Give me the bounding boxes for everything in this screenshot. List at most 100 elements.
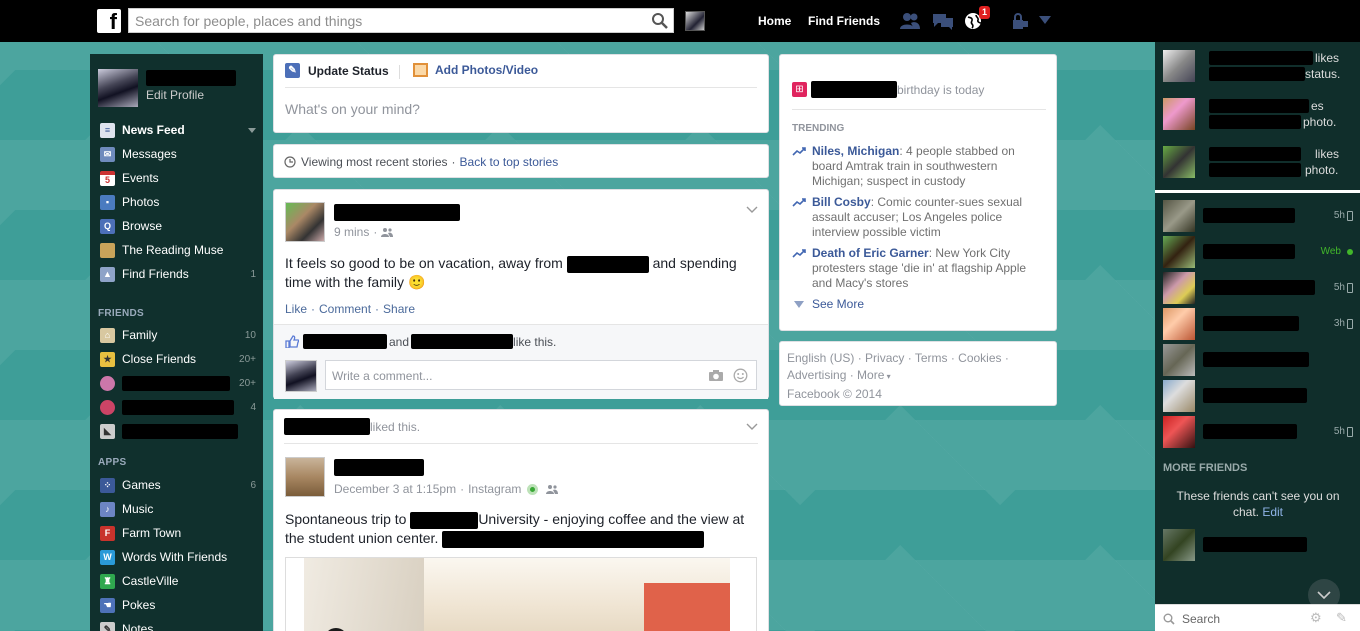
- chevron-down-icon[interactable]: [746, 423, 758, 431]
- browse-icon: Q: [100, 218, 115, 234]
- facebook-logo[interactable]: f: [97, 9, 121, 33]
- sidebar-item-family[interactable]: ⌂ Family 10: [100, 325, 256, 345]
- avatar[interactable]: [685, 11, 705, 31]
- search-input[interactable]: [129, 9, 639, 32]
- sidebar-item-events[interactable]: 5 Events: [100, 168, 256, 188]
- sidebar-item-castleville[interactable]: ♜ CastleVille: [100, 571, 256, 591]
- ticker-resize-handle[interactable]: [1155, 190, 1360, 193]
- see-more-button[interactable]: See More: [794, 297, 864, 311]
- find-friends-link[interactable]: Find Friends: [808, 14, 880, 28]
- like-button[interactable]: Like: [285, 302, 307, 316]
- redacted-name[interactable]: [284, 418, 370, 435]
- camera-icon[interactable]: [708, 369, 724, 382]
- photos-icon: ▪: [100, 194, 115, 210]
- liked-this-text: liked this.: [370, 419, 421, 434]
- comment-input[interactable]: Write a comment...: [325, 360, 757, 390]
- cookies-link[interactable]: Cookies: [958, 351, 1001, 365]
- redacted-name: [1209, 147, 1301, 161]
- sidebar-item-friend-list[interactable]: 4: [100, 397, 256, 417]
- top-bar: f Home Find Friends 1: [0, 0, 1360, 42]
- redacted-name[interactable]: [411, 334, 514, 349]
- sidebar-item-music[interactable]: ♪ Music: [100, 499, 256, 519]
- trending-item[interactable]: Bill Cosby: Comic counter-sues sexual as…: [792, 195, 1042, 240]
- sidebar-item-notes[interactable]: ✎ Notes: [100, 619, 256, 631]
- ticker-item[interactable]: es photo.: [1163, 98, 1353, 132]
- status-input[interactable]: What's on your mind?: [285, 101, 420, 117]
- chat-edit-link[interactable]: Edit: [1262, 505, 1283, 519]
- back-to-top-stories-link[interactable]: Back to top stories: [460, 155, 559, 169]
- chat-contact[interactable]: 3h: [1163, 308, 1353, 340]
- chat-search-bar[interactable]: Search ⚙ ✎: [1155, 604, 1360, 631]
- terms-link[interactable]: Terms: [915, 351, 948, 365]
- friends-audience-icon[interactable]: [546, 484, 559, 494]
- search-icon[interactable]: [651, 12, 669, 30]
- avatar[interactable]: [285, 202, 325, 242]
- messages-icon: ✉: [100, 146, 115, 162]
- redacted-author-name[interactable]: [334, 204, 460, 221]
- sidebar-item-messages[interactable]: ✉ Messages: [100, 144, 256, 164]
- chat-contact[interactable]: [1163, 344, 1353, 376]
- redacted-name[interactable]: [303, 334, 387, 349]
- advertising-link[interactable]: Advertising: [787, 368, 846, 382]
- friend-requests-icon[interactable]: [899, 12, 921, 30]
- chevron-down-icon[interactable]: [248, 127, 256, 133]
- profile-picture[interactable]: [98, 69, 138, 107]
- instagram-link[interactable]: Instagram: [468, 482, 521, 496]
- sidebar-item-the-reading-muse[interactable]: The Reading Muse: [100, 240, 256, 260]
- post-photo[interactable]: [285, 557, 757, 631]
- sidebar-item-farm-town[interactable]: F Farm Town: [100, 523, 256, 543]
- update-status-tab[interactable]: ✎ Update Status: [285, 63, 389, 78]
- chat-search-input[interactable]: Search: [1182, 612, 1220, 626]
- chat-contact[interactable]: [1163, 529, 1353, 561]
- add-photos-tab[interactable]: Add Photos/Video: [413, 63, 538, 77]
- avatar[interactable]: [285, 457, 325, 497]
- chat-contact[interactable]: Web: [1163, 236, 1353, 268]
- language-link[interactable]: English (US): [787, 351, 854, 365]
- edit-profile-link[interactable]: Edit Profile: [146, 88, 204, 102]
- home-link[interactable]: Home: [758, 14, 791, 28]
- chat-contact[interactable]: 5h: [1163, 272, 1353, 304]
- sidebar-item-friend-list[interactable]: 20+: [100, 373, 256, 393]
- chat-contact[interactable]: 5h: [1163, 416, 1353, 448]
- comment-button[interactable]: Comment: [319, 302, 371, 316]
- sidebar-item-friend-list[interactable]: ◣: [100, 421, 256, 441]
- gear-icon[interactable]: ⚙: [1310, 610, 1322, 626]
- trending-item[interactable]: Niles, Michigan: 4 people stabbed on boa…: [792, 144, 1042, 189]
- chevron-down-icon[interactable]: [746, 206, 758, 214]
- sidebar-item-games[interactable]: ⁘ Games 6: [100, 475, 256, 495]
- new-message-icon[interactable]: ✎: [1336, 610, 1347, 626]
- search-box[interactable]: [128, 8, 674, 33]
- sidebar-item-news-feed[interactable]: ≡ News Feed: [100, 120, 256, 140]
- privacy-link[interactable]: Privacy: [865, 351, 904, 365]
- ticker-item[interactable]: likes status.: [1163, 50, 1353, 84]
- messages-icon[interactable]: [932, 12, 954, 30]
- trending-title[interactable]: Niles, Michigan: [812, 144, 899, 158]
- redacted-author-name[interactable]: [334, 459, 424, 476]
- account-menu-chevron-icon[interactable]: [1038, 15, 1052, 25]
- sidebar-item-close-friends[interactable]: ★ Close Friends 20+: [100, 349, 256, 369]
- friends-audience-icon[interactable]: [381, 227, 394, 237]
- sidebar-item-label: Farm Town: [122, 526, 182, 540]
- redacted-text: [1209, 115, 1301, 129]
- redacted-name[interactable]: [811, 81, 897, 98]
- sidebar-item-browse[interactable]: Q Browse: [100, 216, 256, 236]
- post-timestamp[interactable]: December 3 at 1:15pm: [334, 482, 456, 496]
- post-card: liked this. December 3 at 1:15pm · Insta…: [273, 409, 769, 631]
- chat-contact[interactable]: [1163, 380, 1353, 412]
- share-button[interactable]: Share: [383, 302, 415, 316]
- post-timestamp[interactable]: 9 mins: [334, 225, 369, 239]
- ticker-item[interactable]: likes photo.: [1163, 146, 1353, 180]
- more-link[interactable]: More: [857, 368, 884, 382]
- trending-item[interactable]: Death of Eric Garner: New York City prot…: [792, 246, 1042, 291]
- sidebar-item-photos[interactable]: ▪ Photos: [100, 192, 256, 212]
- trending-title[interactable]: Bill Cosby: [812, 195, 871, 209]
- sidebar-item-find-friends[interactable]: ▲ Find Friends 1: [100, 264, 256, 284]
- chat-contact[interactable]: 5h: [1163, 200, 1353, 232]
- emoji-icon[interactable]: [733, 368, 748, 383]
- divider: [399, 65, 400, 79]
- privacy-lock-icon[interactable]: [1010, 12, 1032, 30]
- trending-title[interactable]: Death of Eric Garner: [812, 246, 929, 260]
- sidebar-item-label: Close Friends: [122, 352, 197, 366]
- sidebar-item-words-with-friends[interactable]: W Words With Friends: [100, 547, 256, 567]
- sidebar-item-pokes[interactable]: ☚ Pokes: [100, 595, 256, 615]
